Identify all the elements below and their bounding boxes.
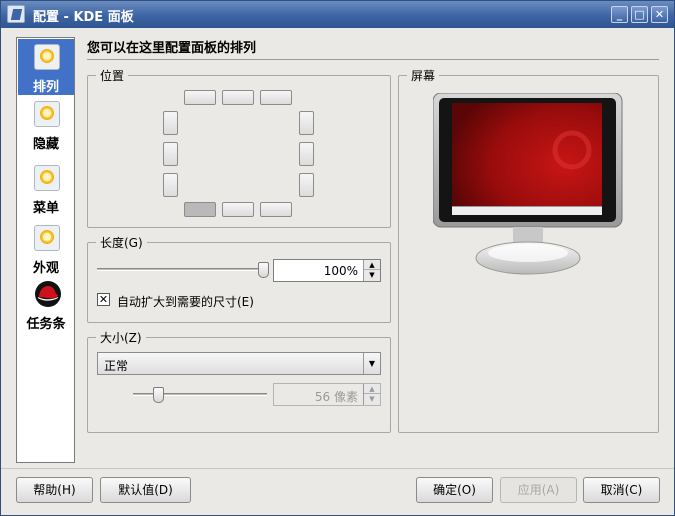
- position-right-bottom-button[interactable]: [299, 173, 314, 197]
- heading-divider: [87, 59, 659, 60]
- size-combo-value: 正常: [104, 359, 129, 373]
- footer-divider: [1, 468, 674, 469]
- length-spinbox[interactable]: 100% ▲ ▼: [273, 259, 381, 282]
- position-right-top-button[interactable]: [299, 111, 314, 135]
- sidebar-item-label: 外观: [32, 261, 59, 276]
- sidebar-item-menus[interactable]: 菜单: [18, 160, 74, 216]
- size-combobox[interactable]: 正常 ▼: [97, 352, 381, 375]
- length-group: 长度(G): [87, 234, 391, 323]
- kde-panel-config-window: 配置 - KDE 面板 _ □ ✕ 排列 隐藏 菜单 外观 任务条 您可以在这里…: [0, 0, 675, 516]
- position-bottom-left-button[interactable]: [184, 202, 216, 217]
- monitor-preview: [433, 93, 623, 275]
- size-spin-arrows: ▲ ▼: [363, 384, 380, 405]
- sidebar-item-label: 任务条: [26, 317, 66, 332]
- position-top-left-button[interactable]: [184, 90, 216, 105]
- screen-group-title: 屏幕: [407, 67, 440, 84]
- position-left-bottom-button[interactable]: [163, 173, 178, 197]
- length-slider-thumb[interactable]: [258, 262, 269, 278]
- apply-button: 应用(A): [500, 477, 577, 503]
- position-bottom-center-button[interactable]: [222, 202, 254, 217]
- sidebar-item-arrangement[interactable]: 排列: [18, 39, 74, 95]
- minimize-button[interactable]: _: [611, 6, 628, 23]
- sidebar: 排列 隐藏 菜单 外观 任务条: [16, 37, 75, 463]
- gear-sun-icon: [34, 225, 60, 251]
- sidebar-item-label: 隐藏: [32, 137, 59, 152]
- size-spinbox: 56 像素 ▲ ▼: [273, 383, 381, 406]
- defaults-button[interactable]: 默认值(D): [100, 477, 191, 503]
- position-bottom-right-button[interactable]: [260, 202, 292, 217]
- spin-up-arrow-icon[interactable]: ▲: [364, 260, 380, 270]
- cancel-button[interactable]: 取消(C): [583, 477, 660, 503]
- position-group-title: 位置: [96, 67, 129, 84]
- kde-app-icon: [7, 5, 25, 23]
- auto-expand-checkbox[interactable]: ✕: [97, 293, 110, 306]
- length-slider-track[interactable]: [97, 268, 269, 271]
- chevron-down-icon: ▼: [363, 353, 380, 374]
- spin-up-arrow-icon: ▲: [364, 384, 380, 394]
- gear-sun-icon: [34, 44, 60, 70]
- page-title: 您可以在这里配置面板的排列: [87, 41, 257, 56]
- sidebar-item-label: 排列: [32, 80, 59, 95]
- sidebar-item-taskbar[interactable]: 任务条: [18, 276, 74, 332]
- gear-sun-icon: [34, 101, 60, 127]
- sidebar-item-label: 菜单: [32, 201, 59, 216]
- size-slider-thumb[interactable]: [152, 387, 164, 403]
- size-group-title: 大小(Z): [96, 329, 146, 346]
- maximize-button[interactable]: □: [631, 6, 648, 23]
- length-value: 100%: [323, 264, 358, 278]
- position-left-center-button[interactable]: [163, 142, 178, 166]
- spin-down-arrow-icon[interactable]: ▼: [364, 270, 380, 280]
- sidebar-item-hiding[interactable]: 隐藏: [18, 96, 74, 152]
- gear-sun-icon: [34, 165, 60, 191]
- position-left-top-button[interactable]: [163, 111, 178, 135]
- ok-button[interactable]: 确定(O): [416, 477, 493, 503]
- auto-expand-label: 自动扩大到需要的尺寸(E): [117, 295, 254, 309]
- position-right-center-button[interactable]: [299, 142, 314, 166]
- position-top-center-button[interactable]: [222, 90, 254, 105]
- help-button[interactable]: 帮助(H): [16, 477, 93, 503]
- sidebar-item-appearance[interactable]: 外观: [18, 220, 74, 276]
- window-title: 配置 - KDE 面板: [33, 10, 134, 25]
- length-group-title: 长度(G): [96, 234, 147, 251]
- spin-down-arrow-icon: ▼: [369, 395, 375, 403]
- position-top-right-button[interactable]: [260, 90, 292, 105]
- redhat-icon: [35, 281, 61, 307]
- title-bar[interactable]: 配置 - KDE 面板 _ □ ✕: [1, 1, 674, 28]
- length-spin-arrows: ▲ ▼: [363, 260, 380, 281]
- close-button[interactable]: ✕: [651, 6, 668, 23]
- size-value: 56 像素: [314, 390, 358, 404]
